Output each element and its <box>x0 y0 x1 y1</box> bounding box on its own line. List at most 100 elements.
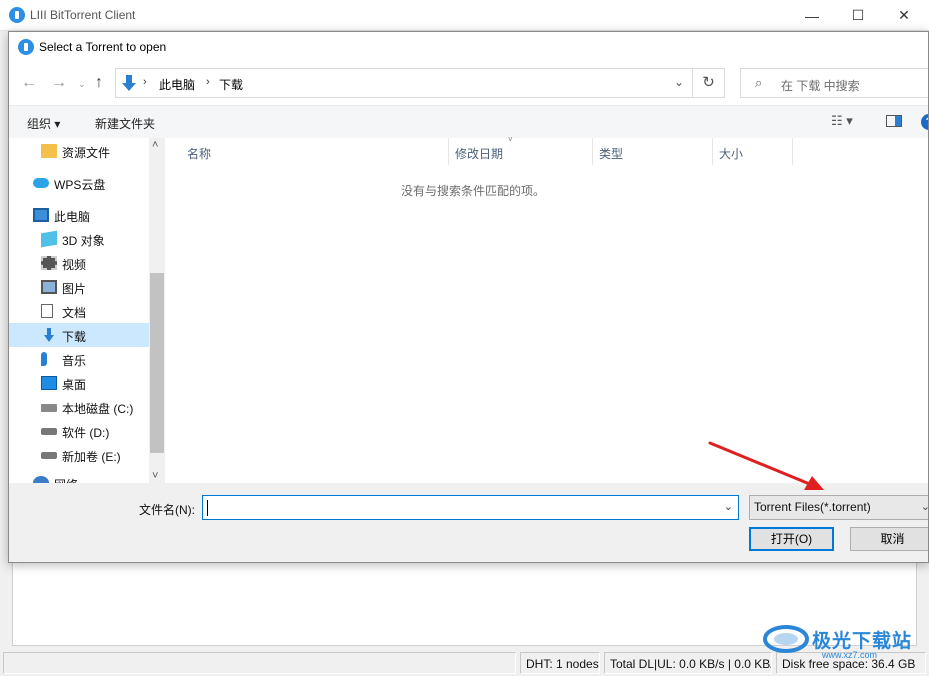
refresh-button[interactable]: ↻ <box>693 68 725 98</box>
nav-item-label: 3D 对象 <box>62 234 105 248</box>
nav-item-3[interactable]: 此电脑 <box>9 203 149 227</box>
nav-item-label: 软件 (D:) <box>62 426 110 440</box>
status-dht: DHT: 1 nodes <box>520 652 600 674</box>
close-button[interactable]: ✕ <box>881 0 927 31</box>
column-header-name[interactable]: 名称 <box>166 138 449 165</box>
watermark-swirl-icon <box>763 625 809 653</box>
nav-item-label: 音乐 <box>62 354 87 368</box>
nav-item-14[interactable]: 网络 <box>9 471 149 483</box>
filetype-select[interactable]: Torrent Files(*.torrent) ⌄ <box>749 495 928 520</box>
nav-item-label: 桌面 <box>62 378 87 392</box>
cancel-button[interactable]: 取消 <box>850 527 928 551</box>
download-icon <box>44 328 54 342</box>
nav-item-label: 文档 <box>62 306 87 320</box>
scroll-thumb[interactable] <box>150 273 164 453</box>
nav-item-12[interactable]: 软件 (D:) <box>9 419 149 443</box>
computer-icon <box>33 208 49 222</box>
breadcrumb-separator-icon[interactable]: › <box>143 76 147 88</box>
search-icon: ⌕ <box>755 75 763 90</box>
preview-pane-icon[interactable] <box>886 115 902 127</box>
column-header-size[interactable]: 大小 <box>713 138 793 165</box>
filename-input[interactable]: ⌄ <box>202 495 739 520</box>
maximize-icon: ☐ <box>851 7 865 23</box>
download-folder-icon <box>122 75 136 91</box>
organize-button[interactable]: 组织 ▾ <box>27 115 60 132</box>
nav-item-6[interactable]: 图片 <box>9 275 149 299</box>
video-icon <box>41 256 57 270</box>
breadcrumb-this-pc[interactable]: 此电脑 <box>159 76 195 93</box>
close-icon: ✕ <box>898 7 910 23</box>
column-header-date[interactable]: 修改日期 <box>449 138 593 165</box>
filetype-value: Torrent Files(*.torrent) <box>754 500 871 514</box>
scroll-down-icon[interactable]: ˅ <box>152 470 158 482</box>
help-icon[interactable]: ? <box>921 114 928 130</box>
filetype-chevron-icon: ⌄ <box>921 500 928 513</box>
filename-label: 文件名(N): <box>139 503 195 517</box>
nav-item-label: WPS云盘 <box>54 178 106 192</box>
address-bar[interactable]: › 此电脑 › 下载 ⌄ <box>115 68 693 98</box>
app-logo-icon <box>9 7 25 23</box>
nav-item-label: 此电脑 <box>54 210 91 224</box>
nav-item-5[interactable]: 视频 <box>9 251 149 275</box>
back-arrow-icon[interactable]: ← <box>21 74 37 92</box>
nav-item-label: 图片 <box>62 282 87 296</box>
search-placeholder: 在 下载 中搜索 <box>781 79 860 93</box>
refresh-icon: ↻ <box>702 74 715 91</box>
folder-icon <box>41 144 57 158</box>
watermark-text: 极光下载站 <box>812 630 913 652</box>
nav-item-11[interactable]: 本地磁盘 (C:) <box>9 395 149 419</box>
file-list: 名称 修改日期 ˅ 类型 大小 没有与搜索条件匹配的项。 <box>166 135 928 483</box>
address-dropdown-chevron-icon[interactable]: ⌄ <box>674 75 684 89</box>
empty-message: 没有与搜索条件匹配的项。 <box>400 184 545 198</box>
maximize-button[interactable]: ☐ <box>835 0 881 31</box>
dialog-titlebar: Select a Torrent to open <box>9 32 928 62</box>
watermark-logo: 极光下载站 www.xz7.com <box>760 620 925 660</box>
nav-item-8[interactable]: 下载 <box>9 323 149 347</box>
nav-item-4[interactable]: 3D 对象 <box>9 227 149 251</box>
search-input[interactable]: ⌕ 在 下载 中搜索 <box>740 68 928 98</box>
document-icon <box>41 304 53 318</box>
text-caret <box>207 500 208 516</box>
recent-locations-chevron-icon[interactable]: ⌄ <box>78 79 86 90</box>
open-button[interactable]: 打开(O) <box>749 527 834 551</box>
nav-item-1[interactable]: 资源文件 <box>9 139 149 163</box>
cube-icon <box>41 230 57 248</box>
up-arrow-icon[interactable]: ↑ <box>95 74 103 92</box>
dialog-toolbar: 组织 ▾ 新建文件夹 ☷ ▾ ? <box>9 105 928 138</box>
dialog-title: Select a Torrent to open <box>39 40 167 54</box>
network-icon <box>33 476 49 483</box>
nav-item-label: 新加卷 (E:) <box>62 450 121 464</box>
nav-item-2[interactable]: WPS云盘 <box>9 171 149 195</box>
status-cell-empty <box>3 652 516 674</box>
forward-arrow-icon[interactable]: → <box>51 74 67 92</box>
nav-item-10[interactable]: 桌面 <box>9 371 149 395</box>
drive-c-icon <box>41 404 57 412</box>
dialog-footer: 文件名(N): ⌄ Torrent Files(*.torrent) ⌄ 打开(… <box>9 483 928 562</box>
app-titlebar: LIII BitTorrent Client — ☐ ✕ <box>0 0 929 31</box>
breadcrumb-downloads[interactable]: 下载 <box>219 76 243 93</box>
breadcrumb-separator-icon[interactable]: › <box>206 76 210 88</box>
sort-chevron-icon: ˅ <box>508 135 513 144</box>
scroll-up-icon[interactable]: ˄ <box>152 139 158 151</box>
drive-icon <box>41 452 57 459</box>
app-title: LIII BitTorrent Client <box>30 8 136 22</box>
minimize-icon: — <box>805 7 819 24</box>
column-header-type[interactable]: 类型 <box>593 138 713 165</box>
nav-item-label: 资源文件 <box>62 146 111 160</box>
minimize-button[interactable]: — <box>789 0 835 31</box>
annotation-arrow-icon <box>708 441 824 490</box>
nav-item-label: 网络 <box>54 476 78 483</box>
nav-item-13[interactable]: 新加卷 (E:) <box>9 443 149 467</box>
new-folder-button[interactable]: 新建文件夹 <box>95 115 155 132</box>
filename-dropdown-chevron-icon[interactable]: ⌄ <box>724 500 733 513</box>
view-options-icon[interactable]: ☷ ▾ <box>831 113 853 129</box>
nav-scrollbar[interactable]: ˄ ˅ <box>149 138 165 483</box>
app-logo-icon <box>18 39 34 55</box>
nav-item-label: 视频 <box>62 258 87 272</box>
nav-item-label: 下载 <box>62 330 87 344</box>
desktop-icon <box>41 376 57 390</box>
nav-item-7[interactable]: 文档 <box>9 299 149 323</box>
nav-item-9[interactable]: 音乐 <box>9 347 149 371</box>
picture-icon <box>41 280 57 294</box>
status-total-speed: Total DL|UL: 0.0 KB/s | 0.0 KB/s <box>604 652 772 674</box>
